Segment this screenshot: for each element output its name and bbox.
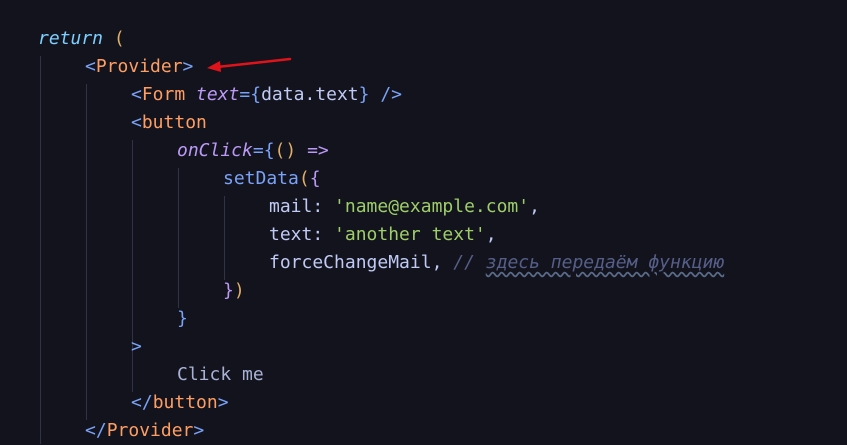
code-line-button-close-bracket[interactable]: > bbox=[131, 333, 142, 361]
comma: , bbox=[431, 252, 454, 273]
brace: { bbox=[250, 84, 262, 105]
function-name-setdata: setData bbox=[223, 168, 299, 189]
code-line-form[interactable]: <Form text={data.text} /> bbox=[131, 81, 402, 109]
code-line-close-setdata[interactable]: }) bbox=[223, 277, 245, 305]
indent-guide bbox=[178, 168, 179, 308]
comment-slashes: // bbox=[453, 252, 486, 273]
tag-name-provider: Provider bbox=[106, 420, 194, 441]
string-another-text: 'another text' bbox=[334, 224, 486, 245]
indent-guide bbox=[86, 84, 87, 420]
brace: } bbox=[358, 84, 370, 105]
open-paren: ( bbox=[298, 168, 310, 189]
annotation-arrow-icon bbox=[207, 57, 292, 72]
equals: = bbox=[252, 140, 264, 161]
tag-name-button: button bbox=[152, 392, 218, 413]
attr-text: text bbox=[196, 84, 240, 105]
key-mail: mail: bbox=[269, 196, 335, 217]
tag-bracket: </ bbox=[85, 420, 107, 441]
code-line-provider-open[interactable]: <Provider> bbox=[85, 53, 193, 81]
code-line-click-me[interactable]: Click me bbox=[177, 361, 264, 389]
tag-bracket: </ bbox=[131, 392, 153, 413]
code-line-return[interactable]: return ( bbox=[38, 25, 125, 53]
identifier-force-change-mail: forceChangeMail bbox=[269, 252, 432, 273]
jsx-text-click-me: Click me bbox=[177, 364, 264, 385]
tag-name-provider: Provider bbox=[95, 56, 183, 77]
close-paren: ) bbox=[233, 280, 245, 301]
open-paren: ( bbox=[103, 28, 125, 49]
keyword-return: return bbox=[38, 28, 104, 49]
code-line-onclick[interactable]: onClick={() => bbox=[177, 137, 329, 165]
code-line-setdata[interactable]: setData({ bbox=[223, 165, 321, 193]
code-line-close-onclick[interactable]: } bbox=[177, 305, 188, 333]
comma: , bbox=[485, 224, 497, 245]
code-line-force-change-mail[interactable]: forceChangeMail, // здесь передаём функц… bbox=[269, 249, 724, 277]
tag-name-button: button bbox=[141, 112, 207, 133]
attr-onclick: onClick bbox=[177, 140, 253, 161]
code-editor[interactable]: return ( <Provider> <Form text={data.tex… bbox=[0, 0, 847, 444]
code-line-button-open[interactable]: <button bbox=[131, 109, 207, 137]
arrow-operator: => bbox=[296, 140, 329, 161]
tag-bracket: < bbox=[131, 84, 142, 105]
expr-data-text: data.text bbox=[261, 84, 359, 105]
tag-bracket: > bbox=[182, 56, 194, 77]
indent-guide bbox=[224, 196, 225, 280]
code-line-button-close[interactable]: </button> bbox=[131, 389, 229, 417]
brace: { bbox=[263, 140, 275, 161]
code-line-provider-close[interactable]: </Provider> bbox=[85, 417, 204, 445]
arrow-args: () bbox=[274, 140, 297, 161]
brace: } bbox=[223, 280, 234, 301]
equals: = bbox=[239, 84, 251, 105]
indent-guide bbox=[40, 56, 41, 444]
key-text: text: bbox=[269, 224, 335, 245]
comment-text: здесь передаём функцию bbox=[485, 252, 725, 273]
string-email: 'name@example.com' bbox=[334, 196, 530, 217]
code-line-mail[interactable]: mail: 'name@example.com', bbox=[269, 193, 540, 221]
brace: { bbox=[309, 168, 321, 189]
brace: } bbox=[177, 308, 188, 329]
tag-bracket: < bbox=[131, 112, 142, 133]
tag-bracket: > bbox=[131, 336, 142, 357]
self-close: /> bbox=[369, 84, 402, 105]
tag-name-form: Form bbox=[141, 84, 186, 105]
comma: , bbox=[529, 196, 540, 217]
tag-bracket: > bbox=[217, 392, 229, 413]
tag-bracket: < bbox=[85, 56, 96, 77]
code-line-text[interactable]: text: 'another text', bbox=[269, 221, 497, 249]
tag-bracket: > bbox=[193, 420, 205, 441]
